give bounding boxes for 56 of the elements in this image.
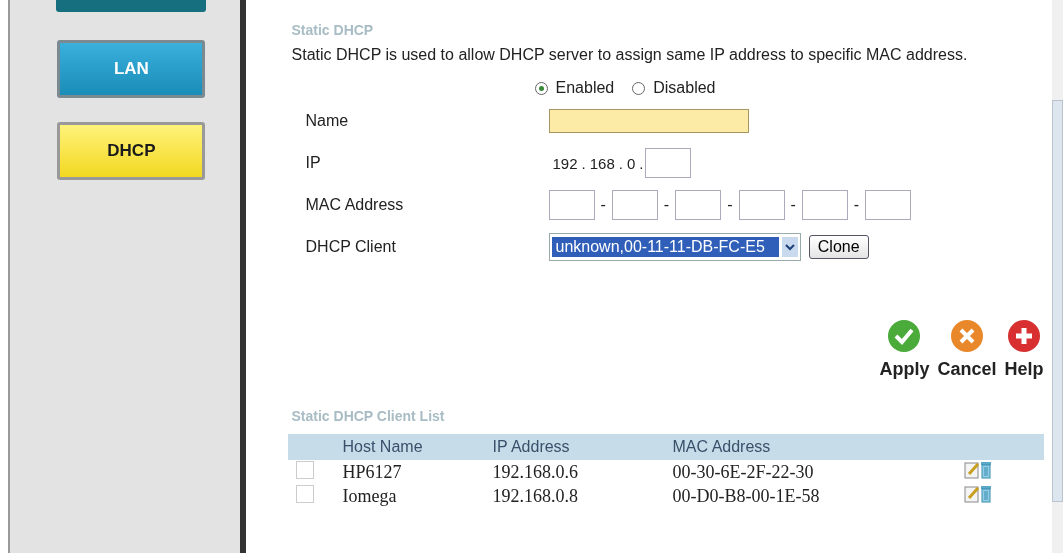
mac-octet-field[interactable] [865, 190, 912, 220]
description-text: Static DHCP is used to allow DHCP server to assign same IP address to specific MAC address. [291, 45, 969, 65]
section-title: Static DHCP Client List [291, 408, 446, 424]
mac-octet-field[interactable] [548, 190, 595, 220]
column-header: IP Address [492, 434, 673, 460]
mac-octet-field[interactable] [801, 190, 848, 220]
column-header: Host Name [342, 434, 493, 460]
mac-octet-field[interactable] [675, 190, 722, 220]
name-field[interactable] [548, 109, 749, 133]
clone-button[interactable]: Clone [808, 235, 869, 259]
cancel-icon [950, 319, 984, 353]
section-title: Static DHCP [291, 22, 375, 38]
radio-button[interactable] [632, 81, 646, 95]
trash-icon[interactable] [979, 461, 992, 479]
table-cell: 192.168.0.6 [492, 461, 578, 482]
radio-button[interactable] [534, 81, 548, 95]
separator-text: - [853, 196, 860, 214]
apply-icon [887, 319, 922, 353]
ip-octet-field[interactable] [645, 148, 692, 178]
field-label: DHCP Client [305, 238, 397, 256]
action-button[interactable]: Help [1004, 319, 1044, 380]
trash-icon[interactable] [979, 485, 992, 503]
mac-octet-field[interactable] [738, 190, 785, 220]
caret-icon [781, 237, 798, 257]
row-checkbox[interactable] [295, 485, 314, 503]
separator-text: - [663, 196, 670, 214]
action-button[interactable]: Apply [879, 319, 930, 380]
table-cell: Iomega [342, 485, 397, 506]
ip-octet-text: 168 [589, 154, 615, 172]
scrollbar-thumb[interactable] [1051, 100, 1063, 502]
table-cell: 00-D0-B8-00-1E-58 [672, 485, 820, 506]
radio-label[interactable]: Enabled [555, 79, 615, 97]
separator-text: - [600, 196, 606, 214]
ip-octet-text: . [618, 154, 623, 172]
table-cell: 192.168.0.8 [492, 485, 578, 506]
edit-icon[interactable] [963, 485, 980, 503]
row-checkbox[interactable] [295, 461, 314, 479]
separator-text: - [790, 196, 796, 214]
table-cell: HP6127 [342, 461, 402, 482]
field-label: MAC Address [305, 196, 405, 214]
mac-octet-field[interactable] [611, 190, 658, 220]
nav-button[interactable]: DHCP [57, 122, 206, 180]
help-icon [1007, 319, 1041, 353]
edit-icon[interactable] [963, 461, 980, 479]
ip-octet-text: . [639, 154, 644, 172]
field-label: IP [305, 154, 322, 172]
table-cell: 00-30-6E-2F-22-30 [672, 461, 814, 482]
action-button[interactable]: Cancel [937, 319, 997, 380]
client-dropdown[interactable]: unknown,00-11-11-DB-FC-E5 [548, 233, 801, 261]
field-label: Name [305, 112, 350, 130]
column-header: MAC Address [672, 434, 912, 460]
ip-octet-text: 0 [626, 154, 636, 172]
radio-label[interactable]: Disabled [653, 79, 716, 97]
ip-octet-text: . [581, 154, 586, 172]
ip-octet-text: 192 [552, 154, 578, 172]
separator-text: - [727, 196, 733, 214]
